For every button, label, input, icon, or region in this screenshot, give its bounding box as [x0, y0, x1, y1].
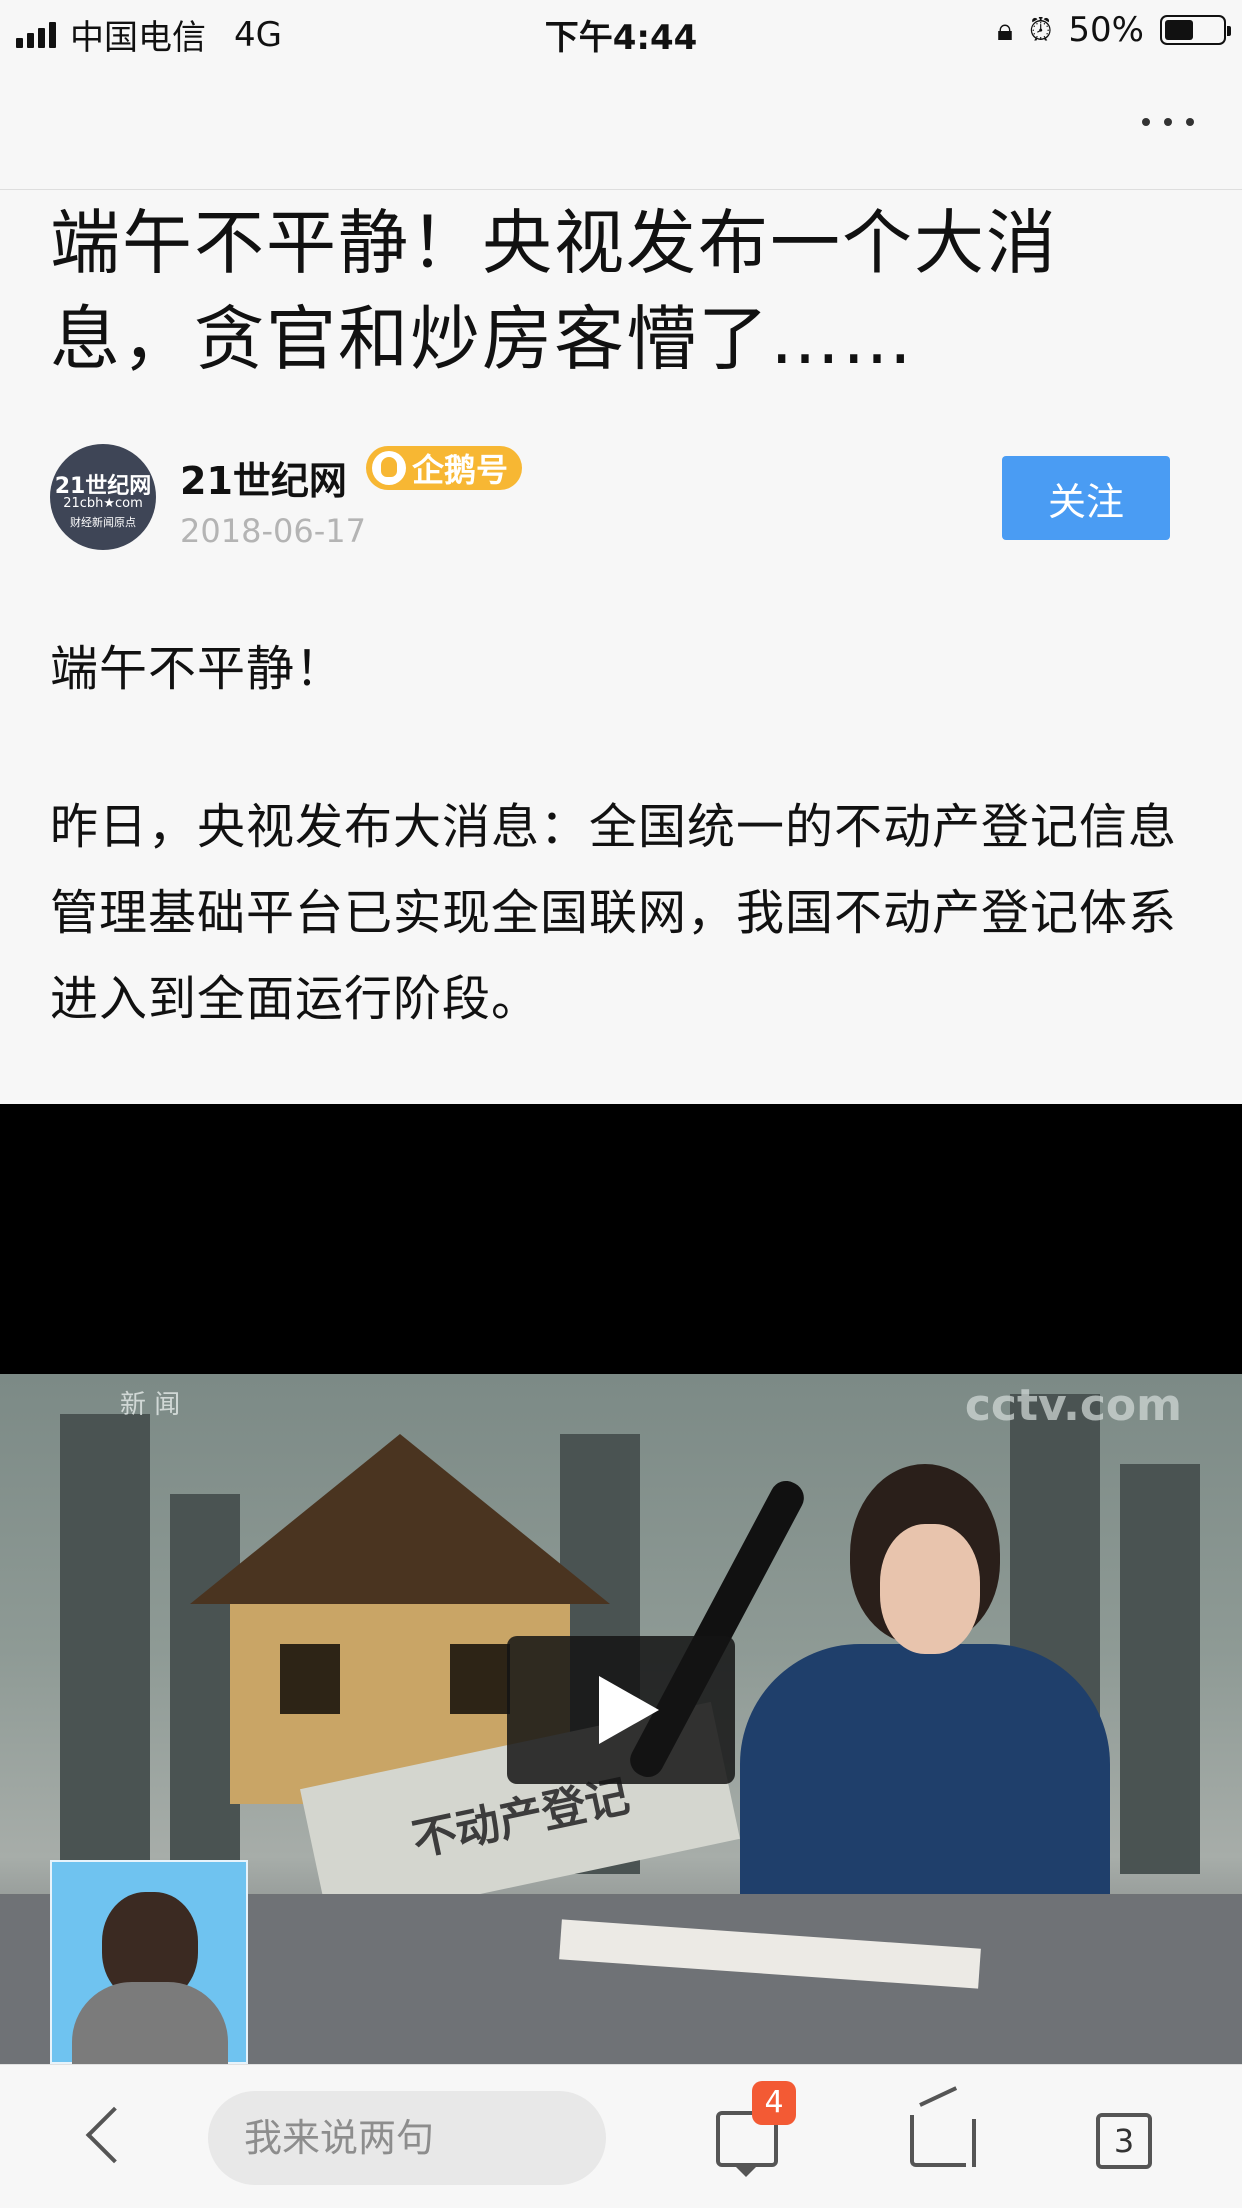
sign-language-inset [50, 1860, 248, 2064]
battery-icon [1160, 15, 1231, 45]
paragraph: 昨日，央视发布大消息：全国统一的不动产登记信息管理基础平台已实现全国联网，我国不… [50, 799, 1178, 1027]
battery-percent: 50% [1068, 10, 1144, 50]
penguin-badge: 企鹅号 [366, 446, 523, 490]
author-avatar[interactable]: 21世纪网 21cbh★com 财经新闻原点 [50, 444, 156, 550]
channel-label: 新 闻 [120, 1390, 181, 1420]
follow-button[interactable]: 关注 [1002, 456, 1170, 540]
video-player[interactable]: 新 闻 cctv.com 不动产登记 [0, 1104, 1242, 2064]
avatar-logo-slogan: 财经新闻原点 [70, 516, 136, 529]
avatar-logo-url: 21cbh★com [63, 496, 143, 511]
badge-label: 企鹅号 [412, 451, 509, 489]
status-bar: 中国电信 4G 下午4:44 🔒︎ ⏰︎ 50% [0, 0, 1242, 62]
orientation-lock-icon: 🔒︎ [997, 12, 1014, 48]
more-icon[interactable] [1142, 118, 1194, 126]
anchor-figure [740, 1644, 1110, 1904]
play-icon[interactable] [507, 1636, 735, 1784]
paragraph: 端午不平静！ [50, 641, 345, 697]
article-body: 端午不平静！ 昨日，央视发布大消息：全国统一的不动产登记信息管理基础平台已实现全… [50, 626, 1200, 1042]
penguin-icon [372, 451, 406, 485]
article-title: 端午不平静！央视发布一个大消息，贪官和炒房客懵了…… [50, 202, 1058, 380]
bottom-toolbar: 4 3 [0, 2064, 1242, 2208]
comment-input[interactable] [208, 2091, 606, 2185]
anchor-face [880, 1524, 980, 1654]
publish-date: 2018-06-17 [180, 512, 366, 550]
top-nav-bar [0, 62, 1242, 190]
alarm-icon: ⏰︎ [1029, 12, 1053, 48]
comment-count-badge: 4 [752, 2081, 796, 2125]
cctv-watermark: cctv.com [964, 1380, 1182, 1431]
share-icon[interactable] [910, 2115, 976, 2167]
back-icon[interactable] [80, 2109, 130, 2169]
author-name[interactable]: 21世纪网 [180, 450, 347, 505]
tabs-icon[interactable]: 3 [1096, 2113, 1152, 2169]
author-row: 21世纪网 21cbh★com 财经新闻原点 21世纪网 企鹅号 2018-06… [50, 444, 1192, 554]
